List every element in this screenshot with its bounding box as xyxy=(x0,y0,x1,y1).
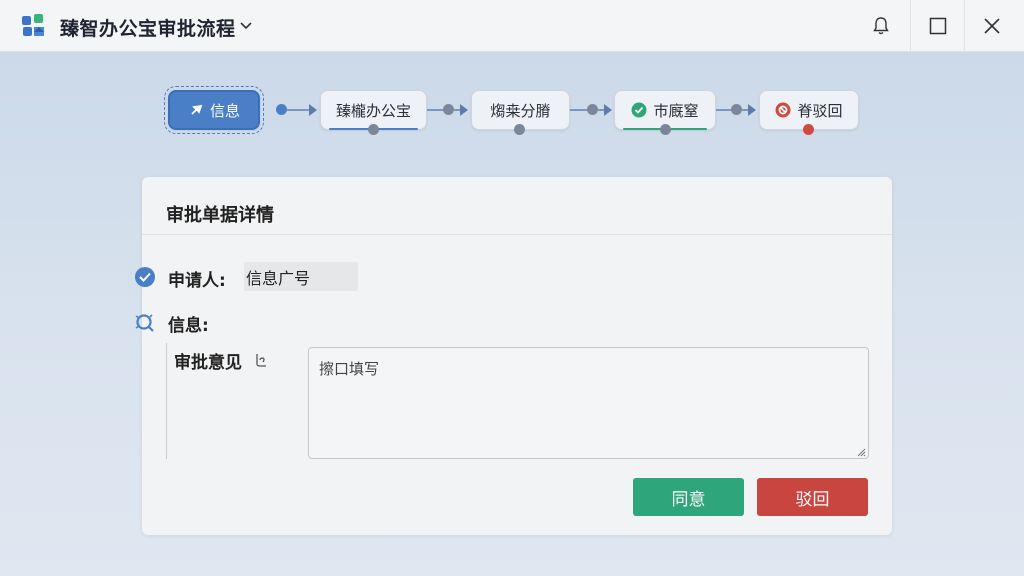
flow-connector xyxy=(570,109,587,111)
flow-step-info[interactable]: 信息 xyxy=(164,86,264,134)
applicant-label: 申请人: xyxy=(168,271,226,291)
flow-step-label: 脊驳回 xyxy=(797,101,843,120)
resize-handle-icon[interactable] xyxy=(856,447,866,457)
flow-arrow xyxy=(604,104,612,116)
flow-arrow xyxy=(748,104,756,116)
flow-step-label: 信息 xyxy=(209,101,240,120)
search-icon xyxy=(135,314,154,332)
approve-button[interactable]: 同意 xyxy=(633,478,744,516)
flow-node xyxy=(587,104,598,115)
app-logo-icon xyxy=(22,14,44,36)
info-label: 信息: xyxy=(168,316,209,336)
flow-node xyxy=(660,124,671,135)
edit-icon xyxy=(256,354,266,367)
flow-step-label: 煼桒分膌 xyxy=(490,101,551,120)
reject-button[interactable]: 驳回 xyxy=(757,478,868,516)
opinion-label: 审批意见 xyxy=(174,353,242,373)
maximize-button[interactable] xyxy=(910,0,964,52)
opinion-textarea[interactable] xyxy=(308,347,869,459)
flow-node xyxy=(514,124,525,135)
approval-flow: 信息 臻櫳办公宝 煼桒分膌 巿廐窒 脊驳回 xyxy=(0,86,1024,138)
flow-node xyxy=(803,124,814,135)
flow-arrow xyxy=(309,104,317,116)
flow-arrow xyxy=(460,104,468,116)
flow-step-label: 臻櫳办公宝 xyxy=(335,101,411,120)
flow-connector xyxy=(716,109,731,111)
chevron-down-icon[interactable] xyxy=(238,18,254,34)
maximize-icon xyxy=(929,17,946,35)
flow-node xyxy=(368,124,379,135)
flow-node xyxy=(276,104,287,115)
applicant-value: 信息广号 xyxy=(244,262,358,291)
divider xyxy=(142,234,892,235)
notification-button[interactable] xyxy=(854,0,908,52)
card-title: 审批单据详情 xyxy=(166,205,274,226)
close-icon xyxy=(983,18,1000,34)
flow-node xyxy=(731,104,742,115)
pin-icon xyxy=(191,104,203,115)
flow-step-label: 巿廐窒 xyxy=(653,101,699,120)
reject-circle-icon xyxy=(775,102,791,118)
close-button[interactable] xyxy=(964,0,1018,52)
check-circle-icon xyxy=(135,267,155,287)
check-circle-icon xyxy=(631,102,647,118)
flow-node xyxy=(443,104,454,115)
flow-connector xyxy=(287,109,309,111)
flow-connector xyxy=(427,109,443,111)
title-bar: 臻智办公宝审批流程 xyxy=(0,0,1024,52)
window-title: 臻智办公宝审批流程 xyxy=(60,18,236,40)
approval-detail-card: 审批单据详情 申请人: 信息广号 信息: 审批意见 同意 驳回 xyxy=(135,177,892,535)
bell-icon xyxy=(873,17,889,35)
